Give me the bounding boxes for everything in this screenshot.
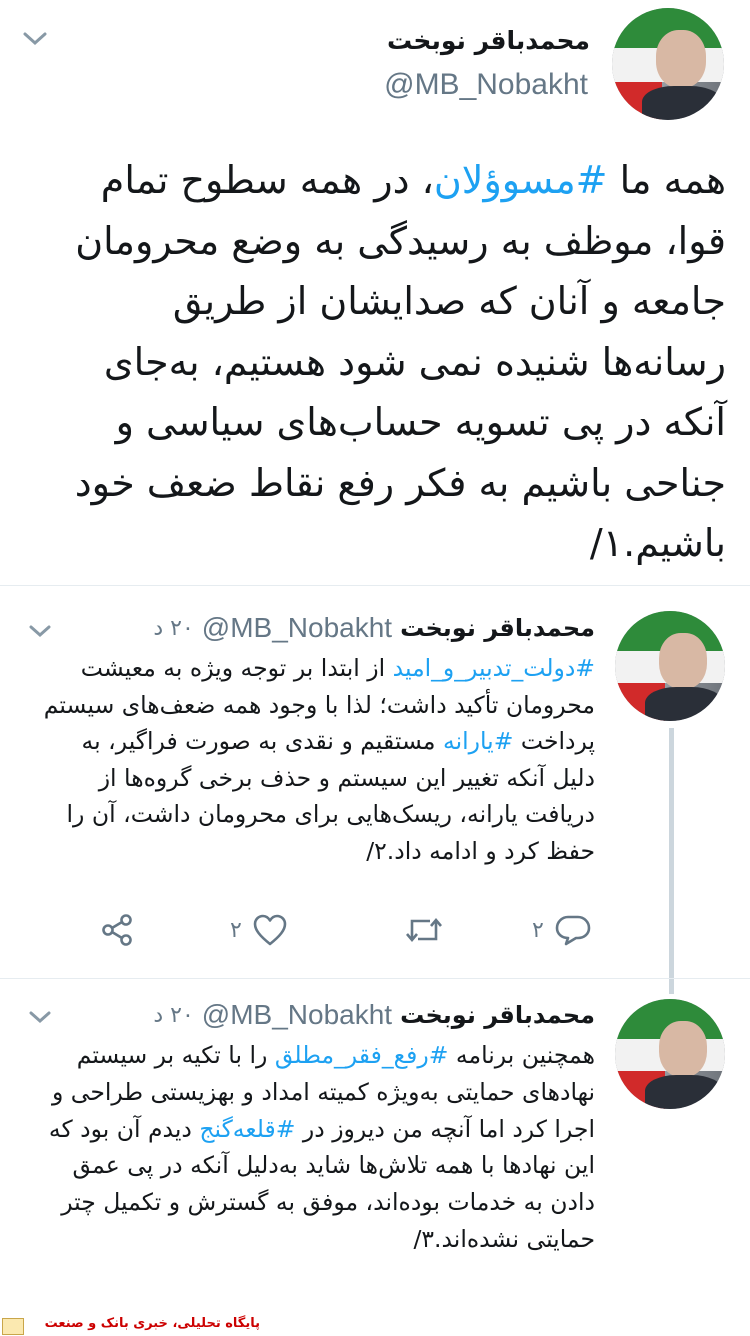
tweet-text: #دولت_تدبیر_و_امید از ابتدا بر توجه ویژه… [35, 650, 595, 869]
avatar[interactable] [612, 8, 724, 120]
chevron-down-icon[interactable] [28, 623, 52, 639]
tweet-header: محمدباقر نوبخت @MB_Nobakht ۲۰ د [153, 610, 595, 646]
logo-icon [2, 1318, 24, 1335]
timestamp[interactable]: ۲۰ د [153, 1003, 193, 1028]
tweet-header: محمدباقر نوبخت @MB_Nobakht ۲۰ د [153, 997, 595, 1033]
hashtag-link[interactable]: #رفع_فقر_مطلق [275, 1041, 449, 1069]
tweet-text-part: همه ما [607, 158, 726, 202]
author-handle[interactable]: @MB_Nobakht [202, 612, 392, 644]
reply-tweet: محمدباقر نوبخت @MB_Nobakht ۲۰ د همچنین ب… [0, 985, 750, 1315]
timestamp[interactable]: ۲۰ د [153, 616, 193, 641]
reply-count: ۲ [532, 917, 544, 943]
reply-tweet: محمدباقر نوبخت @MB_Nobakht ۲۰ د #دولت_تد… [0, 595, 750, 975]
author-name[interactable]: محمدباقر نوبخت [400, 1001, 595, 1029]
share-icon [100, 913, 134, 947]
divider [0, 978, 750, 979]
author-name[interactable]: محمدباقر نوبخت [400, 614, 595, 642]
watermark-text: پایگاه تحلیلی، خبری بانک و صنعت [44, 1316, 260, 1331]
tweet-text-part: همچنین برنامه [448, 1041, 595, 1069]
heart-icon [252, 913, 288, 947]
retweet-button[interactable] [404, 913, 444, 947]
avatar[interactable] [615, 999, 725, 1109]
retweet-icon [404, 913, 444, 947]
hashtag-link[interactable]: #یارانه [443, 727, 513, 755]
tweet-text: همه ما #مسوؤلان، در همه سطوح تمام قوا، م… [40, 150, 726, 574]
hashtag-link[interactable]: #مسوؤلان [434, 158, 608, 202]
divider [0, 585, 750, 586]
chevron-down-icon[interactable] [22, 30, 48, 48]
like-button[interactable]: ۲ [220, 913, 288, 947]
author-handle[interactable]: @MB_Nobakht [202, 999, 392, 1031]
avatar[interactable] [615, 611, 725, 721]
author-name[interactable]: محمدباقر نوبخت [387, 26, 590, 55]
watermark-bar: پایگاه تحلیلی، خبری بانک و صنعت [0, 1316, 750, 1336]
share-button[interactable] [100, 913, 134, 947]
hashtag-link[interactable]: #دولت_تدبیر_و_امید [393, 654, 595, 682]
tweet-text-part: ، در همه سطوح تمام قوا، موظف به رسیدگی ب… [74, 158, 726, 565]
hashtag-link[interactable]: #قلعه‌گنج [199, 1115, 295, 1143]
author-handle[interactable]: @MB_Nobakht [384, 68, 588, 102]
tweet-text: همچنین برنامه #رفع_فقر_مطلق را با تکیه ب… [35, 1037, 595, 1258]
like-count: ۲ [230, 917, 242, 943]
chevron-down-icon[interactable] [28, 1009, 52, 1025]
main-tweet: محمدباقر نوبخت @MB_Nobakht همه ما #مسوؤل… [0, 0, 750, 580]
reply-icon [554, 913, 592, 947]
reply-button[interactable]: ۲ [522, 913, 592, 947]
